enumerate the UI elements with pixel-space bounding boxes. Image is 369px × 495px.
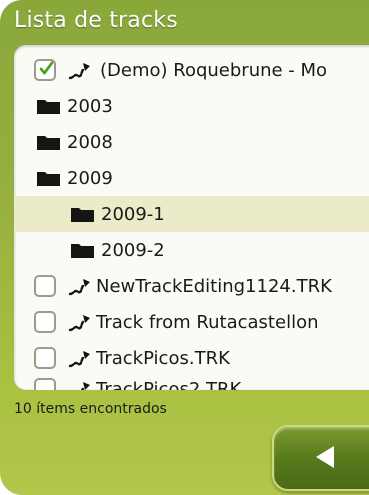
folder-name: 2009 — [67, 167, 113, 189]
list-item-track[interactable]: Track from Rutacastellon — [14, 304, 369, 340]
track-icon — [80, 382, 90, 390]
folder-icon — [71, 208, 94, 222]
app-frame: Lista de tracks (Demo) Roquebrune - Mo 2… — [0, 0, 369, 495]
back-arrow-icon — [316, 446, 334, 468]
list-item-folder-2009-2[interactable]: 2009-2 — [14, 232, 369, 268]
track-list[interactable]: (Demo) Roquebrune - Mo 2003 2008 2009 20 — [14, 45, 369, 390]
track-checkbox[interactable] — [34, 311, 56, 333]
list-item-folder-2003[interactable]: 2003 — [14, 88, 369, 124]
track-checkbox[interactable] — [34, 347, 56, 369]
track-icon — [68, 351, 90, 368]
track-name: TrackPicos2.TRK — [96, 378, 242, 391]
list-item-folder-2009-1[interactable]: 2009-1 — [14, 196, 369, 232]
track-name: Track from Rutacastellon — [96, 311, 319, 333]
list-item-track[interactable]: TrackPicos2.TRK — [14, 371, 369, 390]
folder-icon — [37, 100, 60, 114]
list-item-folder-2009[interactable]: 2009 — [14, 160, 369, 196]
folder-name: 2009-2 — [101, 239, 165, 261]
track-icon — [68, 279, 90, 296]
status-text: 10 ítems encontrados — [14, 401, 167, 417]
track-name: (Demo) Roquebrune - Mo — [100, 59, 328, 81]
folder-icon — [37, 136, 60, 150]
checkmark-icon — [39, 61, 54, 74]
track-name: TrackPicos.TRK — [96, 347, 230, 369]
folder-name: 2009-1 — [101, 203, 165, 225]
window-title: Lista de tracks — [14, 8, 178, 33]
track-name: NewTrackEditing1124.TRK — [96, 275, 332, 297]
track-checkbox-checked[interactable] — [34, 59, 56, 81]
folder-icon — [37, 172, 60, 186]
list-item-track-demo[interactable]: (Demo) Roquebrune - Mo — [14, 52, 369, 88]
track-icon — [68, 315, 90, 332]
track-checkbox[interactable] — [34, 378, 56, 390]
folder-name: 2008 — [67, 131, 113, 153]
track-icon — [68, 63, 90, 80]
track-checkbox[interactable] — [34, 275, 56, 297]
folder-icon — [71, 244, 94, 258]
list-item-folder-2008[interactable]: 2008 — [14, 124, 369, 160]
list-item-track[interactable]: NewTrackEditing1124.TRK — [14, 268, 369, 304]
back-button[interactable] — [272, 425, 369, 491]
folder-name: 2003 — [67, 95, 113, 117]
